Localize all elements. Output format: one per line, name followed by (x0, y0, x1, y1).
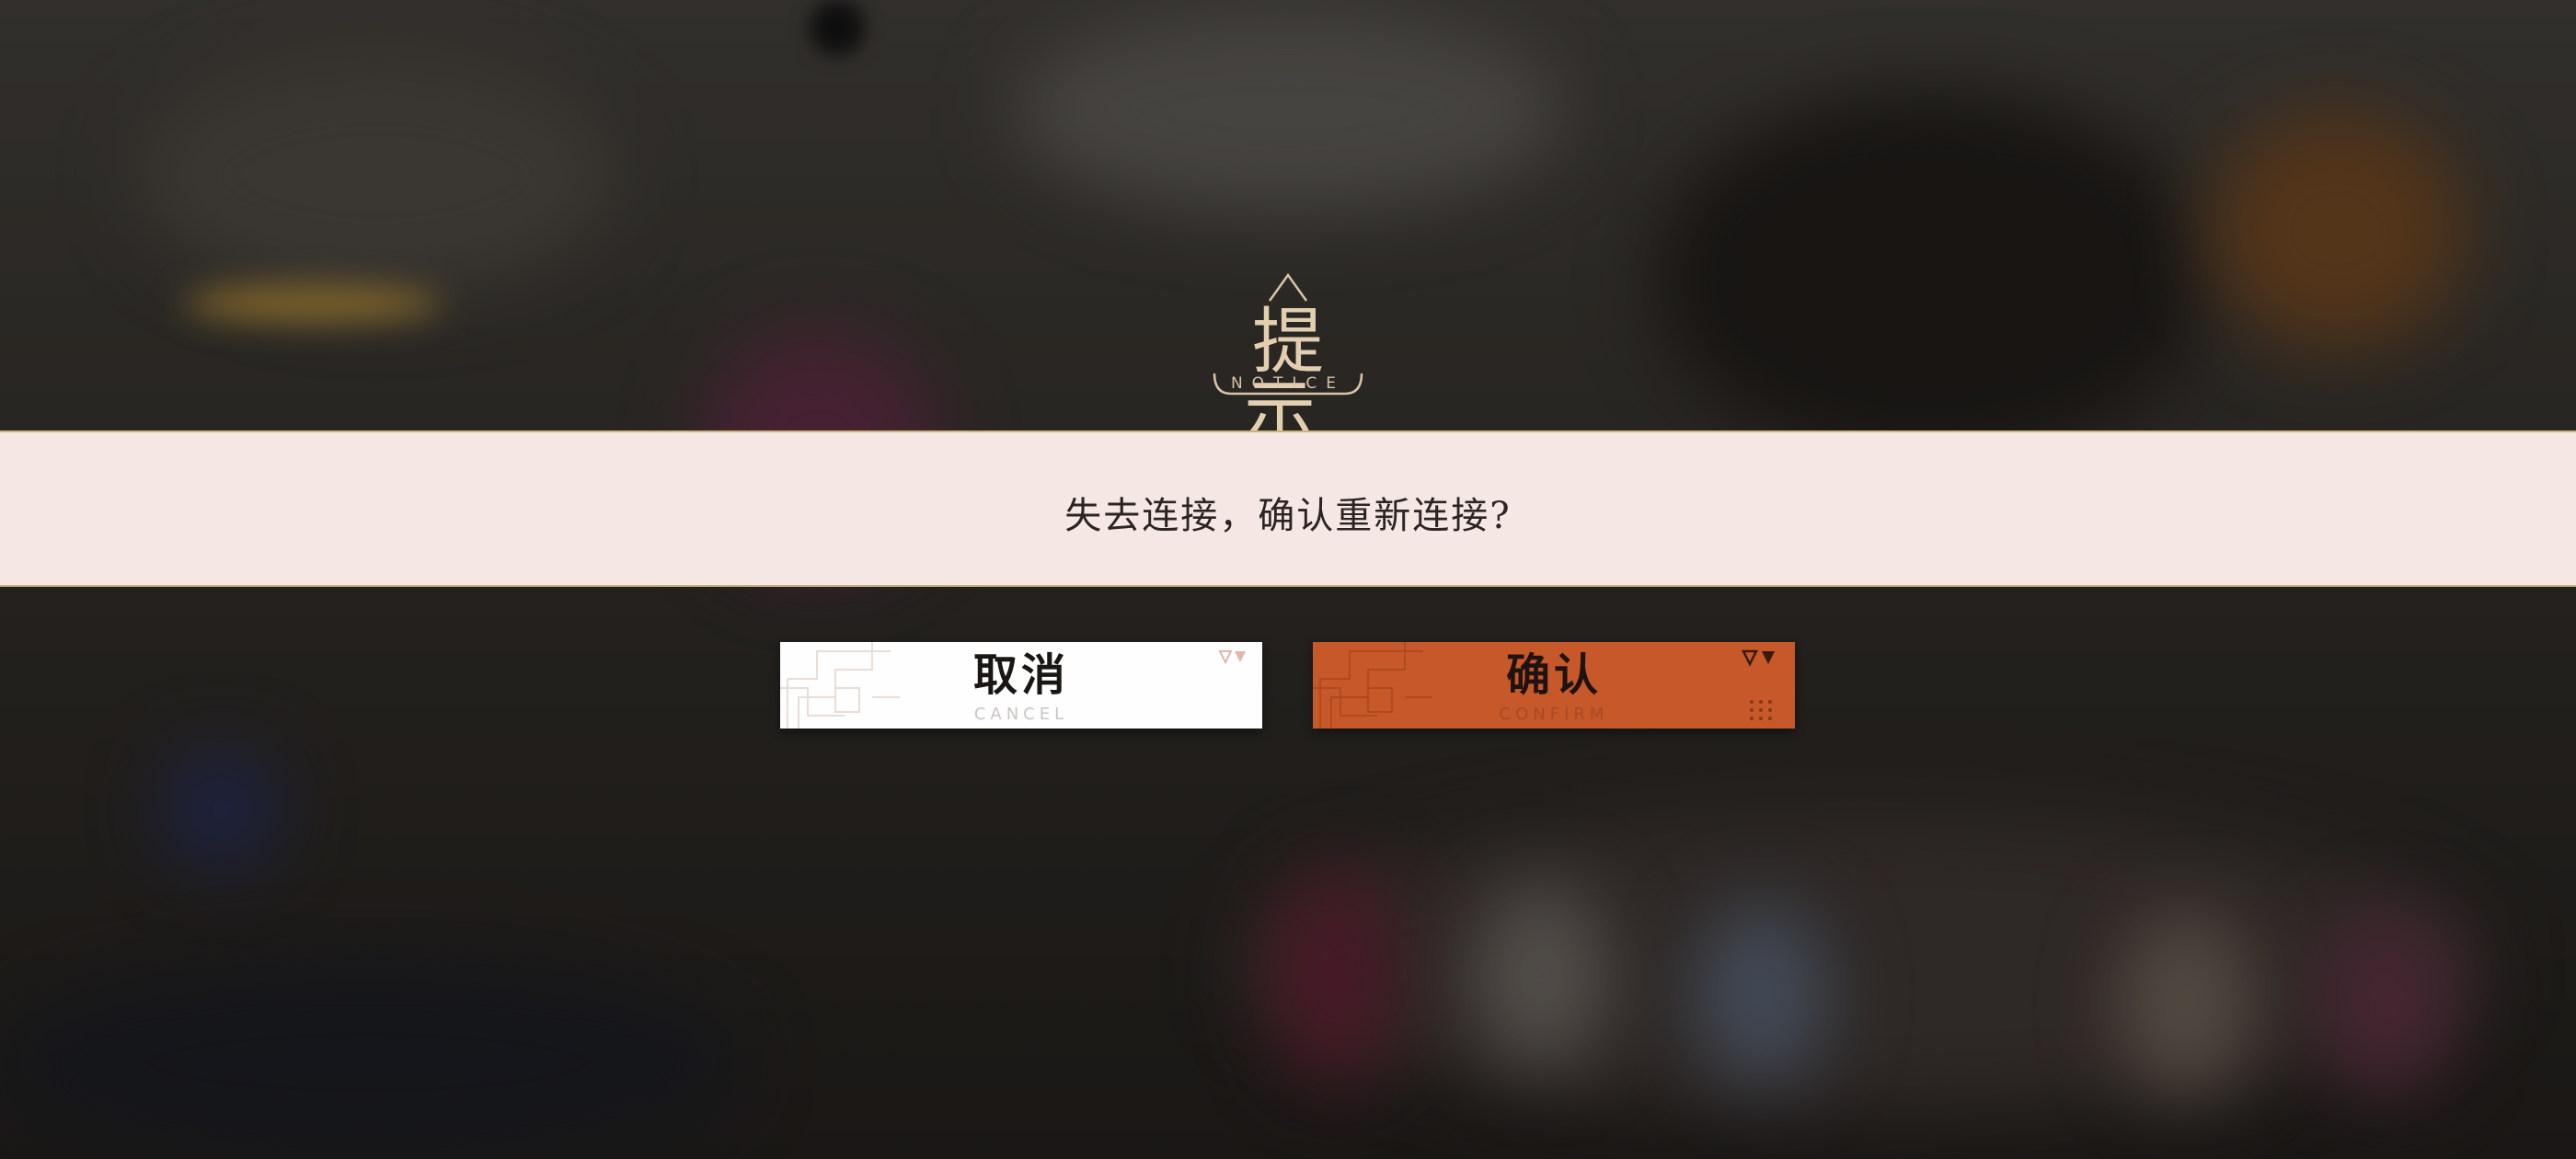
message-band: 失去连接，确认重新连接? (0, 430, 2576, 587)
confirm-sublabel: CONFIRM (1499, 705, 1609, 724)
dot-grid-icon (1750, 700, 1772, 720)
triangle-marker-icon (1741, 649, 1775, 667)
cancel-sublabel: CANCEL (973, 705, 1069, 724)
title-subtitle: NOTICE (1230, 374, 1346, 393)
cancel-button[interactable]: 取消 CANCEL (780, 642, 1262, 729)
confirm-label: 确认 (1505, 649, 1602, 701)
dialog-message: 失去连接，确认重新连接? (1064, 495, 1512, 537)
confirm-button[interactable]: 确认 CONFIRM (1313, 642, 1795, 729)
triangle-marker-icon (1218, 650, 1246, 665)
cancel-label: 取消 (972, 649, 1069, 701)
